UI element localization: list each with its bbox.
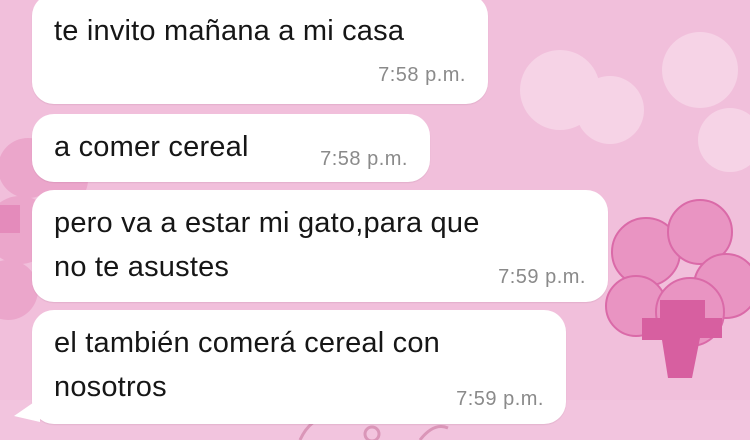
message-timestamp: 7:59 p.m. xyxy=(498,266,586,288)
message-bubble[interactable]: te invito mañana a mi casa 7:58 p.m. xyxy=(32,0,488,104)
message-bubble[interactable]: el también comerá cereal con nosotros 7:… xyxy=(32,310,566,424)
chat-background: te invito mañana a mi casa 7:58 p.m. a c… xyxy=(0,0,750,440)
message-text-line: nosotros xyxy=(54,371,167,403)
message-timestamp: 7:58 p.m. xyxy=(378,64,466,86)
message-text-line: no te asustes xyxy=(54,251,230,283)
message-text: te invito mañana a mi casa xyxy=(54,15,405,47)
message-text-line: el también comerá cereal con xyxy=(54,327,441,359)
message-bubble[interactable]: a comer cereal 7:58 p.m. xyxy=(32,114,430,182)
message-timestamp: 7:59 p.m. xyxy=(456,388,544,410)
message-timestamp: 7:58 p.m. xyxy=(320,148,408,170)
message-text-line: pero va a estar mi gato,para que xyxy=(54,207,480,239)
message-text: a comer cereal xyxy=(54,131,249,163)
message-bubble[interactable]: pero va a estar mi gato,para que no te a… xyxy=(32,190,608,302)
bubble-tail xyxy=(14,398,40,422)
